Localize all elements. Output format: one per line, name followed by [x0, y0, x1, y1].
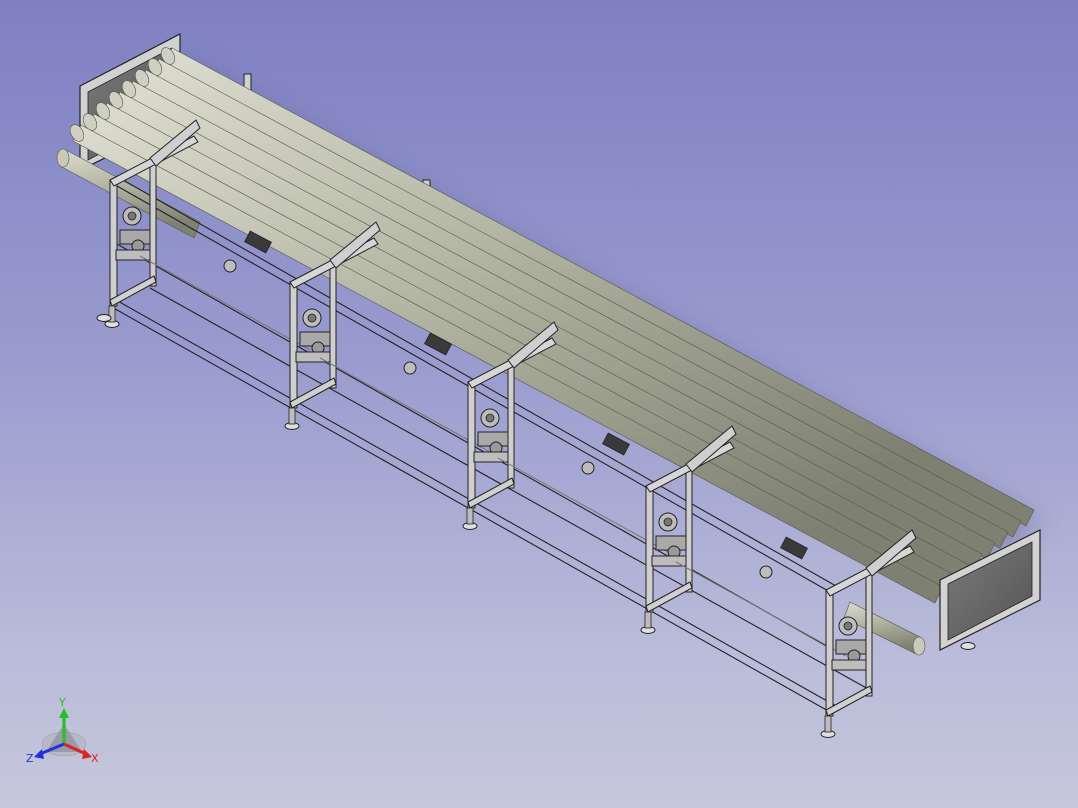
leveling-foot — [960, 642, 976, 650]
x-axis-label: X — [91, 752, 99, 765]
leveling-foot — [96, 314, 112, 322]
station-front-post — [109, 179, 118, 307]
3d-viewport[interactable]: Y Z X — [0, 0, 1078, 808]
drive-hub — [127, 211, 137, 221]
station-front-post — [645, 485, 654, 613]
station-front-post — [825, 589, 834, 717]
drive-hub — [307, 313, 317, 323]
station-rear-post — [149, 159, 157, 287]
station-rear-post — [507, 361, 515, 489]
station-rear-post — [329, 261, 337, 389]
station-rear-post — [865, 569, 873, 697]
idler-wheel — [403, 361, 417, 375]
motor-mount — [831, 659, 867, 671]
y-axis-arrow — [59, 708, 69, 718]
foot-stem — [466, 507, 474, 525]
foot-stem — [644, 611, 652, 629]
idler-wheel — [581, 461, 595, 475]
drive-hub — [843, 621, 853, 631]
station-rear-post — [685, 465, 693, 593]
drive-hub — [663, 517, 673, 527]
model-canvas[interactable] — [0, 0, 1078, 808]
idler-wheel — [759, 565, 773, 579]
station-front-post — [467, 381, 476, 509]
drive-hub — [485, 413, 495, 423]
roller-tube — [137, 69, 1009, 549]
y-axis-label: Y — [58, 696, 66, 709]
foot-stem — [824, 715, 832, 733]
chain-block — [780, 536, 808, 560]
axis-triad: Y Z X — [26, 696, 99, 765]
station-front-post — [289, 281, 298, 409]
idler-wheel — [223, 259, 237, 273]
foot-stem — [288, 407, 296, 425]
z-axis-arrow — [34, 749, 44, 759]
z-axis-label: Z — [26, 752, 34, 765]
